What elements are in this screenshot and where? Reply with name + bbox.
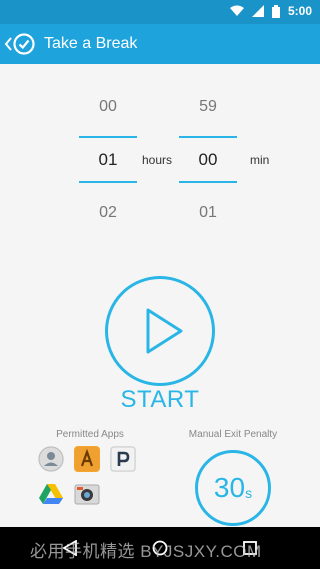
hours-prev[interactable]: 00 [79,98,137,116]
camera-app-icon[interactable] [74,481,100,507]
battery-icon [271,4,280,18]
minutes-value[interactable]: 00 [179,150,237,170]
minutes-prev[interactable]: 59 [179,98,237,116]
ak-app-icon[interactable] [74,446,100,472]
page-title: Take a Break [44,35,138,52]
penalty-button[interactable]: 30 s [195,450,271,526]
watermark-text: 必用手机精选 BYJSJXY.COM [30,542,262,561]
status-icons: 5:00 [229,4,312,18]
app-bar: Take a Break [0,24,320,64]
minutes-next[interactable]: 01 [179,204,237,222]
penalty-label: Manual Exit Penalty [188,429,278,440]
start-label[interactable]: START [0,386,320,414]
permitted-apps-label: Permitted Apps [56,429,124,440]
minutes-top-divider [179,136,237,138]
play-icon [146,308,183,354]
status-bar: 5:00 [0,0,320,24]
hours-value[interactable]: 01 [79,150,137,170]
minutes-unit-label: min [250,153,270,167]
contacts-app-icon[interactable] [38,446,64,472]
penalty-unit: s [245,485,253,501]
hours-unit-label: hours [142,153,173,167]
chevron-left-icon [4,37,12,51]
back-button[interactable] [4,24,36,64]
hours-bottom-divider [79,181,137,183]
p-app-icon[interactable] [110,446,136,472]
status-time: 5:00 [287,4,312,18]
hours-next[interactable]: 02 [79,204,137,222]
start-button[interactable] [105,276,215,386]
signal-icon [251,5,264,17]
wifi-icon [229,5,244,16]
clock-check-icon [13,33,35,55]
hours-top-divider [79,136,137,138]
drive-app-icon[interactable] [38,481,64,507]
penalty-value: 30 [213,472,246,503]
minutes-bottom-divider [179,181,237,183]
